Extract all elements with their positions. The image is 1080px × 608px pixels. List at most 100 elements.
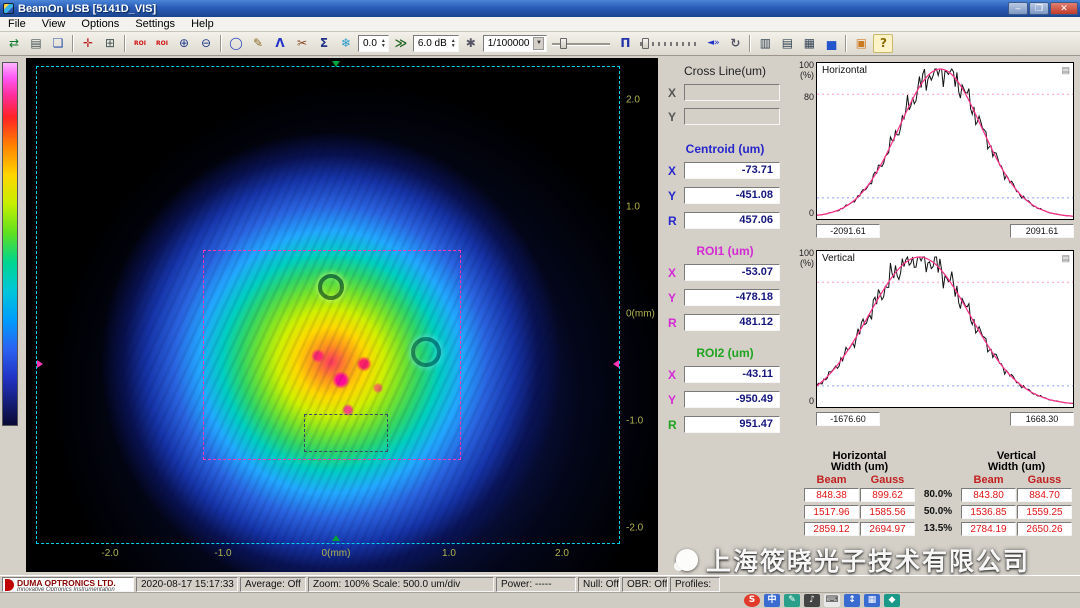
microphone-icon[interactable]: ♪ <box>804 594 820 607</box>
view-list-icon[interactable]: ▤ <box>777 34 797 53</box>
acquire-icon[interactable]: ⇄ <box>4 34 24 53</box>
roi2-rect[interactable] <box>304 414 388 452</box>
x-min-label: -2091.61 <box>816 224 880 238</box>
fast-acquire-icon[interactable]: ≫ <box>391 34 411 53</box>
right-cursor-marker[interactable] <box>613 360 619 368</box>
pi-icon[interactable]: Π <box>615 34 635 53</box>
marker-icon[interactable]: ✛ <box>78 34 98 53</box>
table-cell: 843.80 <box>961 488 1016 502</box>
roi2-toggle-icon[interactable]: ROI <box>152 34 172 53</box>
y-axis-tick: 1.0 <box>626 202 640 213</box>
roi2-x-value: -43.11 <box>684 366 780 383</box>
table-cell: 1536.85 <box>961 505 1016 519</box>
freeze-icon[interactable]: ❄ <box>336 34 356 53</box>
app-icon <box>3 3 14 14</box>
lambda-icon[interactable]: Λ <box>270 34 290 53</box>
y-axis-label: 0 <box>794 396 814 406</box>
table-cell: 2859.12 <box>804 522 859 536</box>
updown-icon[interactable]: ↕ <box>844 594 860 607</box>
ellipse-icon[interactable]: ◯ <box>226 34 246 53</box>
apps-icon[interactable]: ▦ <box>864 594 880 607</box>
menu-file[interactable]: File <box>0 18 34 30</box>
scale-select[interactable]: 1/100000 ▼ <box>483 35 548 52</box>
zoom-scale-status: Zoom: 100% Scale: 500.0 um/div <box>308 577 494 592</box>
y-axis-unit: (%) <box>794 70 814 80</box>
y-axis-tick: 2.0 <box>626 95 640 106</box>
bottom-cursor-marker[interactable] <box>332 535 340 541</box>
y-axis-tick: -1.0 <box>626 416 643 427</box>
separator <box>220 35 222 52</box>
view-grid-icon[interactable]: ▦ <box>799 34 819 53</box>
keyboard-icon[interactable]: ⌨ <box>824 594 840 607</box>
menu-view[interactable]: View <box>34 18 74 30</box>
logo-swoosh-icon <box>5 579 14 591</box>
view-profiles-icon[interactable]: ▥ <box>755 34 775 53</box>
slider-ticks <box>640 42 698 46</box>
vertical-profile-plot[interactable]: Vertical ▤ <box>816 250 1074 408</box>
gain-db-select[interactable]: 6.0 dB ▲▼ <box>413 35 459 52</box>
x-max-label: 2091.61 <box>1010 224 1074 238</box>
spinner-arrows[interactable]: ▲▼ <box>381 39 386 49</box>
separator <box>845 35 847 52</box>
draw-icon[interactable]: ✎ <box>248 34 268 53</box>
menu-help[interactable]: Help <box>183 18 222 30</box>
gain-db-arrows[interactable]: ▲▼ <box>451 39 456 49</box>
print-icon[interactable]: ▤ <box>26 34 46 53</box>
x-axis-tick: 1.0 <box>442 548 456 559</box>
chevron-down-icon[interactable]: ▼ <box>533 37 544 50</box>
copy-chart-icon[interactable]: ▤ <box>1061 253 1070 264</box>
speaker-icon[interactable]: ◄» <box>703 34 723 53</box>
table-cell: 899.62 <box>860 488 915 502</box>
gain-spinner[interactable]: 0.0 ▲▼ <box>358 35 389 52</box>
maximize-button[interactable]: ❐ <box>1029 2 1049 15</box>
horizontal-profile-panel: 100 (%) 80 0 Horizontal ▤ -2091.61 2091.… <box>794 58 1078 244</box>
profiles-status: Profiles: <box>670 577 720 592</box>
slider-handle[interactable] <box>642 38 649 49</box>
menu-bar: File View Options Settings Help <box>0 17 1080 32</box>
exposure-slider[interactable] <box>640 36 698 51</box>
chart-icon[interactable]: ▅ <box>821 34 841 53</box>
cross-x-field[interactable] <box>684 84 780 101</box>
table-cell: 1585.56 <box>860 505 915 519</box>
handwriting-icon[interactable]: ✎ <box>784 594 800 607</box>
roi2-title: ROI2 (um) <box>660 346 790 360</box>
minimize-button[interactable]: – <box>1008 2 1028 15</box>
close-button[interactable]: ✕ <box>1050 2 1078 15</box>
copy-chart-icon[interactable]: ▤ <box>1061 65 1070 76</box>
tools-icon[interactable]: ✂ <box>292 34 312 53</box>
title-bar: BeamOn USB [5141D_VIS] – ❐ ✕ <box>0 0 1080 17</box>
menu-settings[interactable]: Settings <box>127 18 183 30</box>
layout-icon[interactable]: ⊞ <box>100 34 120 53</box>
sum-icon[interactable]: Σ <box>314 34 334 53</box>
refresh-icon[interactable]: ↻ <box>725 34 745 53</box>
roi2-r-label: R <box>668 418 682 432</box>
y-axis-tick: -2.0 <box>626 523 643 534</box>
save-icon[interactable]: ❏ <box>48 34 68 53</box>
clip-level: 80.0% <box>918 489 958 500</box>
network-icon[interactable]: ◆ <box>884 594 900 607</box>
table-cell: 884.70 <box>1017 488 1072 502</box>
zoom-in-icon[interactable]: ⊕ <box>174 34 194 53</box>
left-cursor-marker[interactable] <box>37 360 43 368</box>
help-icon[interactable]: ? <box>873 34 893 53</box>
chinese-lang-icon[interactable]: 中 <box>764 594 780 607</box>
beam-col-header: Beam <box>804 474 859 486</box>
top-cursor-marker[interactable] <box>332 61 340 67</box>
gain-slider[interactable] <box>552 36 610 51</box>
sogou-input-icon[interactable]: S <box>744 594 760 607</box>
separator <box>72 35 74 52</box>
centroid-y-label: Y <box>668 189 682 203</box>
lock-icon[interactable]: ▣ <box>851 34 871 53</box>
zoom-out-icon[interactable]: ⊖ <box>196 34 216 53</box>
roi1-toggle-icon[interactable]: ROI <box>130 34 150 53</box>
beam-col-header: Beam <box>961 474 1016 486</box>
gear-icon[interactable]: ✱ <box>461 34 481 53</box>
horizontal-profile-plot[interactable]: Horizontal ▤ <box>816 62 1074 220</box>
roi1-y-value: -478.18 <box>684 289 780 306</box>
slider-handle[interactable] <box>560 38 567 49</box>
centroid-x-value: -73.71 <box>684 162 780 179</box>
menu-options[interactable]: Options <box>73 18 127 30</box>
status-bar: DUMA OPTRONICS LTD. Innovative Optronics… <box>0 575 1080 592</box>
beam-display[interactable]: -2.0 -1.0 0(mm) 1.0 2.0 2.0 1.0 0(mm) -1… <box>26 58 658 572</box>
cross-y-field[interactable] <box>684 108 780 125</box>
